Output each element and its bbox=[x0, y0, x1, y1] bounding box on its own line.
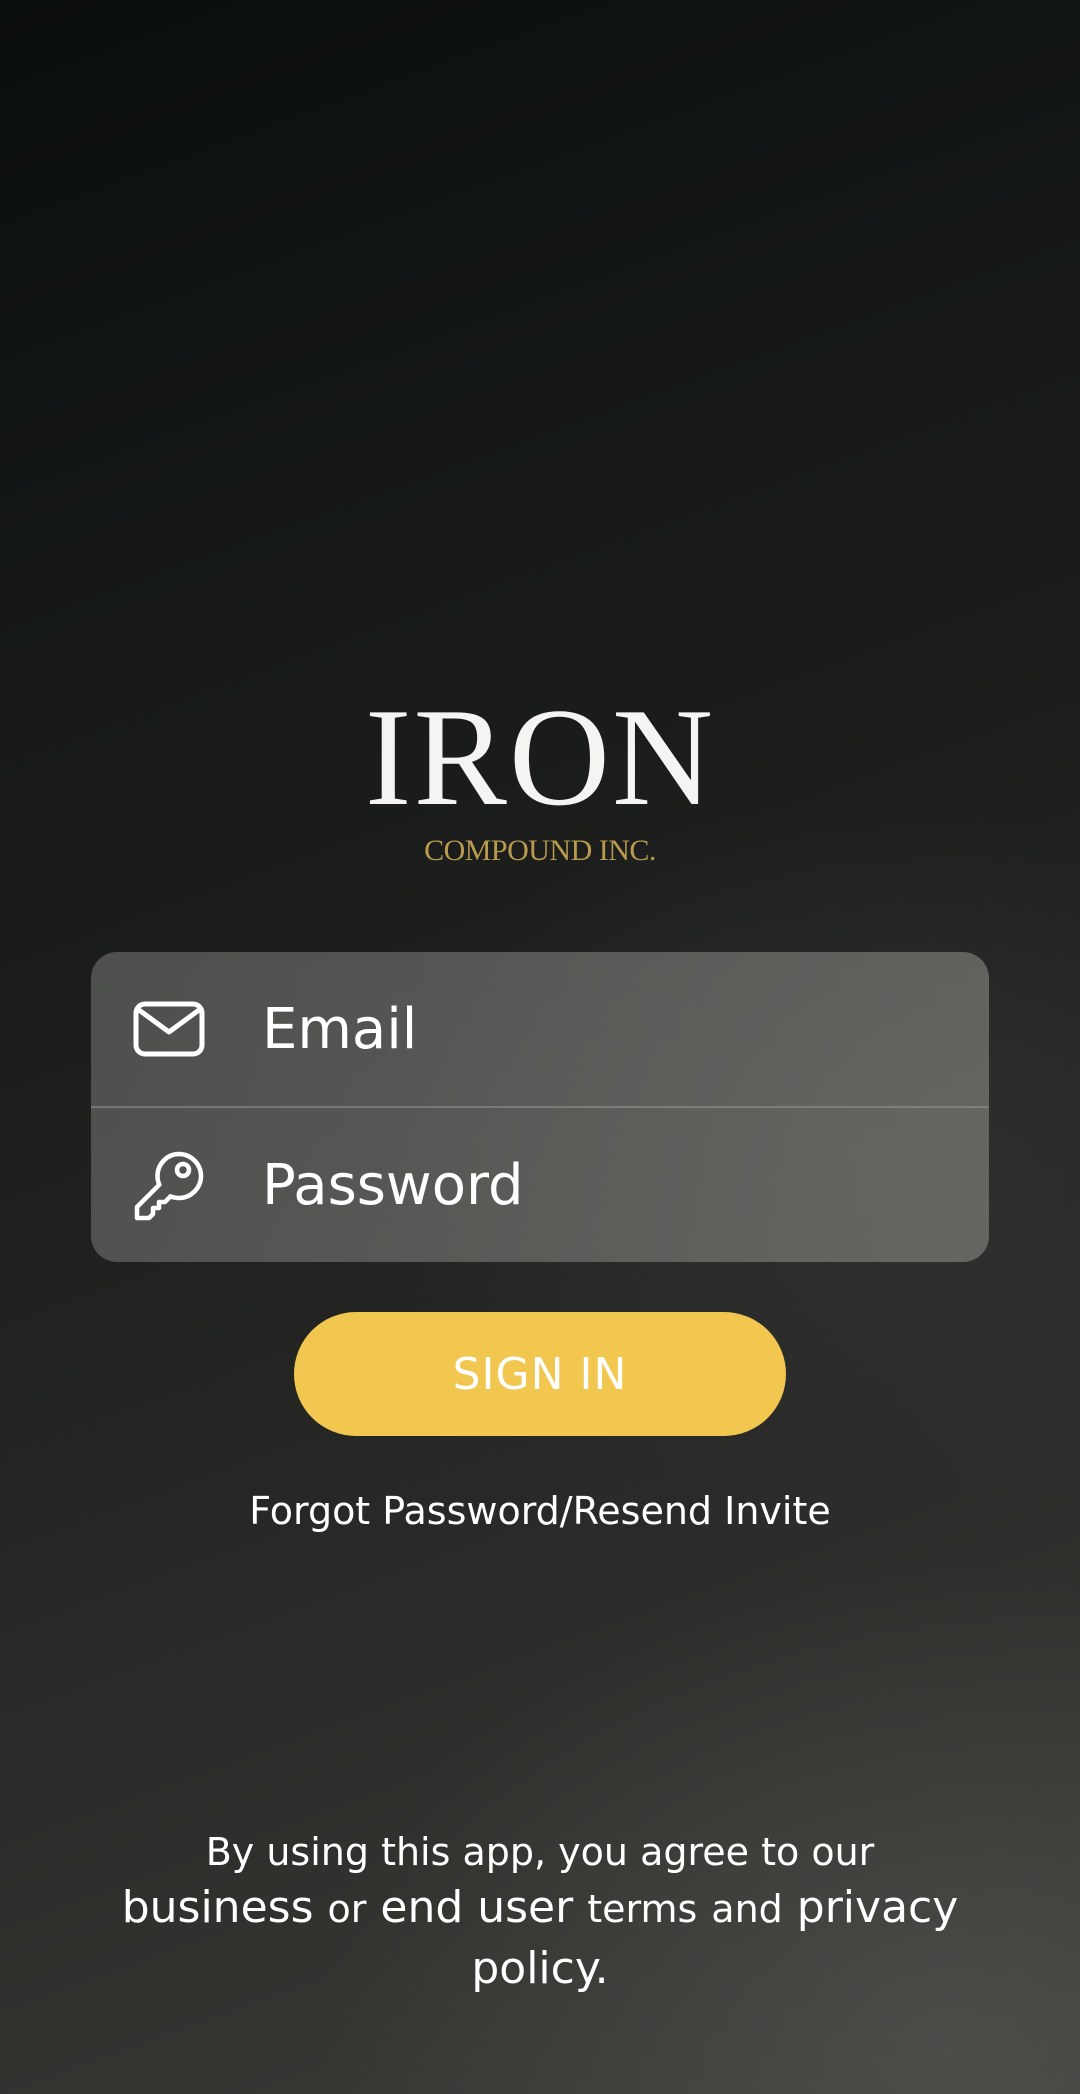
terms-last-line: policy. bbox=[90, 1939, 990, 1999]
envelope-icon bbox=[133, 993, 205, 1065]
terms-or: or bbox=[327, 1887, 367, 1931]
policy-link[interactable]: policy bbox=[471, 1943, 594, 1994]
email-field-row bbox=[91, 952, 989, 1108]
terms-intro: By using this app, you agree to our bbox=[205, 1830, 875, 1874]
sign-in-button[interactable]: SIGN IN bbox=[294, 1312, 786, 1436]
terms-and: and bbox=[711, 1887, 783, 1931]
email-field[interactable] bbox=[262, 952, 959, 1106]
login-card bbox=[91, 952, 989, 1262]
privacy-link[interactable]: privacy bbox=[797, 1882, 958, 1933]
app-logo: IRON COMPOUND INC. bbox=[0, 688, 1080, 868]
forgot-password-link[interactable]: Forgot Password/Resend Invite bbox=[0, 1486, 1080, 1536]
terms-notice: By using this app, you agree to our busi… bbox=[90, 1826, 990, 1999]
password-field[interactable] bbox=[262, 1108, 959, 1262]
logo-wordmark: IRON bbox=[364, 680, 716, 835]
end-user-link[interactable]: end user bbox=[380, 1882, 573, 1933]
key-icon bbox=[133, 1150, 205, 1222]
password-field-row bbox=[91, 1108, 989, 1262]
terms-links-line: business or end user terms and privacy bbox=[90, 1878, 990, 1939]
terms-link[interactable]: terms bbox=[587, 1887, 697, 1931]
logo-subtitle: COMPOUND INC. bbox=[424, 834, 656, 867]
terms-period: . bbox=[594, 1943, 609, 1994]
business-terms-link[interactable]: business bbox=[122, 1882, 314, 1933]
